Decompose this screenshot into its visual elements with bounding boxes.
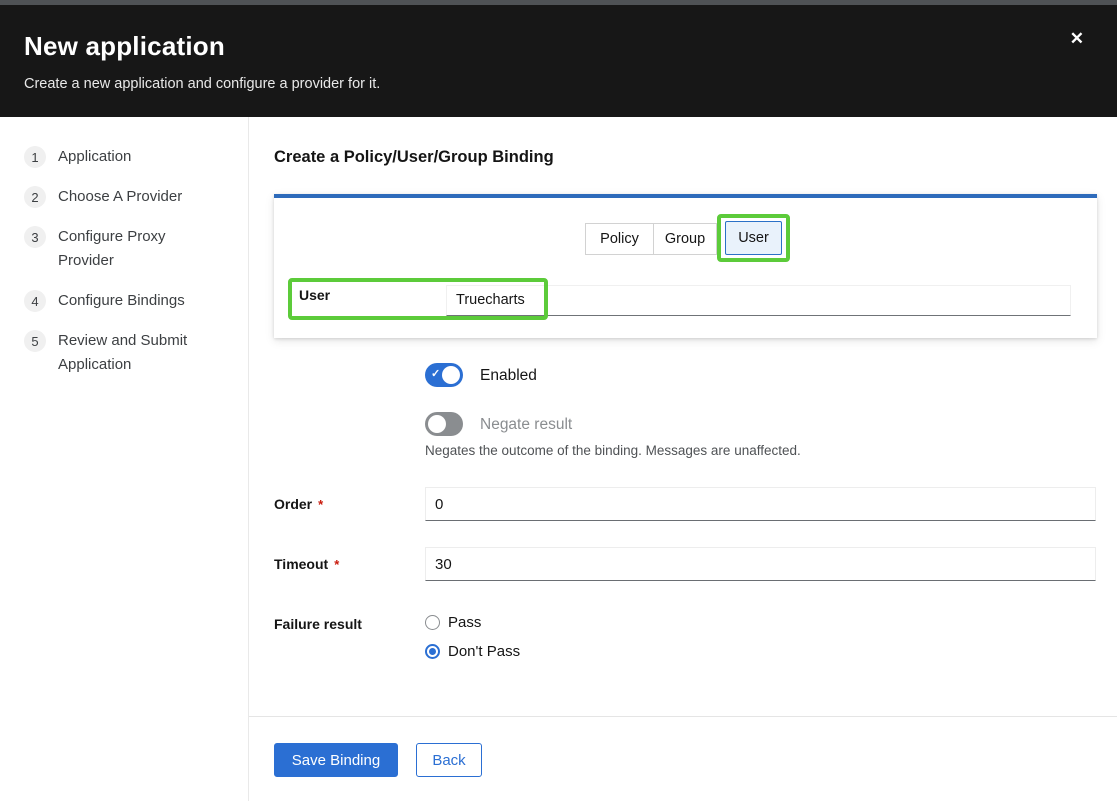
required-asterisk: * [334,557,339,572]
negate-result-toggle-label: Negate result [480,416,572,434]
timeout-input[interactable] [425,547,1096,581]
failure-result-option-dont-pass[interactable]: Don't Pass [425,643,520,660]
step-label: Choose A Provider [58,185,182,209]
failure-result-label: Failure result [274,616,362,632]
binding-form-heading: Create a Policy/User/Group Binding [274,148,554,167]
binding-type-card: Policy Group User User Truecharts [274,194,1097,338]
footer-divider [249,716,1117,717]
save-binding-button[interactable]: Save Binding [274,743,398,777]
sidebar-item-review-submit[interactable]: 5 Review and Submit Application [24,329,230,377]
sidebar-item-configure-proxy-provider[interactable]: 3 Configure Proxy Provider [24,225,230,273]
step-label: Configure Proxy Provider [58,225,210,273]
step-number-badge: 3 [24,226,46,248]
negate-result-toggle[interactable] [425,412,463,436]
new-application-modal: New application Create a new application… [0,0,1117,801]
user-select[interactable]: Truecharts [446,285,1071,316]
check-icon: ✓ [431,367,440,380]
negate-result-help-text: Negates the outcome of the binding. Mess… [425,443,801,458]
radio-label: Don't Pass [448,643,520,660]
radio-icon-selected[interactable] [425,644,440,659]
page-subtitle: Create a new application and configure a… [24,76,380,92]
order-label-text: Order [274,496,312,512]
sidebar-item-choose-provider[interactable]: 2 Choose A Provider [24,185,230,209]
step-label: Review and Submit Application [58,329,210,377]
radio-label: Pass [448,614,481,631]
order-input[interactable] [425,487,1096,521]
sidebar-item-configure-bindings[interactable]: 4 Configure Bindings [24,289,230,313]
step-label: Application [58,145,131,169]
page-title: New application [24,31,225,62]
timeout-field-label: Timeout * [274,556,339,572]
wizard-steps-sidebar: 1 Application 2 Choose A Provider 3 Conf… [0,117,249,801]
step-number-badge: 5 [24,330,46,352]
timeout-label-text: Timeout [274,556,328,572]
tab-policy[interactable]: Policy [585,223,654,255]
enabled-toggle-label: Enabled [480,367,537,385]
toggle-knob [442,366,460,384]
required-asterisk: * [318,497,323,512]
step-number-badge: 2 [24,186,46,208]
step-number-badge: 4 [24,290,46,312]
tab-group[interactable]: Group [653,223,717,255]
modal-header: New application Create a new application… [0,5,1117,117]
back-button[interactable]: Back [416,743,482,777]
close-icon[interactable]: ✕ [1070,30,1084,47]
sidebar-item-application[interactable]: 1 Application [24,145,230,169]
enabled-toggle[interactable]: ✓ [425,363,463,387]
toggle-knob [428,415,446,433]
failure-result-option-pass[interactable]: Pass [425,614,481,631]
step-label: Configure Bindings [58,289,185,313]
order-field-label: Order * [274,496,323,512]
user-select-label: User [299,286,330,304]
tab-user[interactable]: User [725,221,782,255]
radio-icon[interactable] [425,615,440,630]
step-number-badge: 1 [24,146,46,168]
